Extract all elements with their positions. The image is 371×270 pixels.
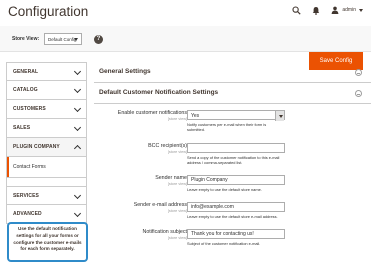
sidebar-item-label: CUSTOMERS: [13, 106, 46, 112]
active-indicator: [7, 157, 9, 177]
field-label: BCC recipient(s): [148, 143, 187, 149]
sidebar-subitem-label: Contact Forms: [13, 164, 46, 170]
help-tooltip: Use the default notification settings fo…: [7, 222, 88, 262]
store-view-switcher[interactable]: Default Config: [44, 33, 82, 45]
sidebar-item-label: SALES: [13, 125, 31, 131]
sidebar-item-customers[interactable]: CUSTOMERS: [6, 100, 87, 119]
select-toggle[interactable]: [275, 111, 284, 121]
bell-icon[interactable]: [311, 6, 320, 15]
help-icon[interactable]: ?: [94, 35, 103, 44]
field-note: Send a copy of the customer notification…: [187, 154, 280, 165]
user-icon: [330, 6, 339, 15]
sidebar-item-label: CATALOG: [13, 87, 38, 93]
chevron-down-icon: [73, 85, 82, 94]
user-menu[interactable]: admin: [330, 6, 363, 15]
sidebar-item-plugin-company[interactable]: PLUGIN COMPANY: [6, 138, 87, 157]
sender-email-input[interactable]: [187, 202, 285, 212]
sidebar-item-catalog[interactable]: CATALOG: [6, 81, 87, 100]
field-scope: [store view]: [167, 182, 187, 186]
chevron-down-icon: [73, 209, 82, 218]
field-label: Notification subject: [142, 229, 187, 235]
scope-label: Store View:: [12, 36, 40, 42]
section-title: General Settings: [99, 68, 151, 75]
chevron-down-icon: [73, 123, 82, 132]
page-title: Configuration: [8, 4, 89, 19]
sidebar-spacer: [6, 178, 87, 186]
sidebar-item-label: PLUGIN COMPANY: [13, 144, 60, 150]
field-label: Sender name: [155, 175, 187, 181]
chevron-down-icon: [73, 67, 82, 76]
select-value: Yes: [191, 113, 200, 119]
chevron-down-icon: [278, 114, 283, 118]
field-label: Enable customer notifications: [117, 110, 187, 116]
chevron-down-icon: [74, 38, 78, 41]
config-sidebar: GENERAL CATALOG CUSTOMERS SALES PLUGIN C…: [6, 62, 87, 224]
field-scope: [store view]: [167, 209, 187, 213]
field-note: Leave empty to use the default store nam…: [187, 186, 262, 192]
field-note: Subject of the customer notification e-m…: [187, 240, 261, 246]
scope-bar: Store View: Default Config ? Save Config: [0, 26, 371, 70]
config-main: General Settings Default Customer Notifi…: [94, 62, 371, 246]
collapse-toggle-icon[interactable]: [355, 69, 362, 76]
sender-name-input[interactable]: [187, 175, 285, 185]
chevron-down-icon: [73, 191, 82, 200]
enable-notifications-select[interactable]: Yes: [187, 110, 285, 121]
chevron-up-icon: [73, 144, 82, 153]
chevron-down-icon: [359, 8, 363, 12]
notification-subject-input[interactable]: [187, 229, 285, 239]
sidebar-item-label: SERVICES: [13, 193, 39, 199]
sidebar-item-label: ADVANCED: [13, 211, 42, 217]
sidebar-item-sales[interactable]: SALES: [6, 119, 87, 138]
section-general-settings[interactable]: General Settings: [94, 62, 371, 83]
field-scope: [store view]: [167, 150, 187, 154]
sidebar-item-services[interactable]: SERVICES: [6, 186, 87, 205]
sidebar-item-general[interactable]: GENERAL: [6, 62, 87, 81]
section-title: Default Customer Notification Settings: [99, 89, 219, 96]
field-label: Sender e-mail address: [133, 202, 187, 208]
section-default-notification[interactable]: Default Customer Notification Settings: [94, 83, 371, 104]
sidebar-subitem-contact-forms[interactable]: Contact Forms: [6, 157, 87, 178]
field-note: Notify customers per e-mail when their f…: [187, 121, 267, 132]
user-name: admin: [342, 7, 356, 13]
field-scope: [store view]: [167, 236, 187, 240]
bcc-recipients-input[interactable]: [187, 143, 285, 153]
sidebar-item-label: GENERAL: [13, 69, 39, 75]
collapse-toggle-icon[interactable]: [355, 90, 362, 97]
store-view-value: Default Config: [48, 37, 77, 42]
field-scope: [store view]: [167, 117, 187, 121]
field-note: Leave empty to use the default store e-m…: [187, 213, 278, 219]
chevron-down-icon: [73, 104, 82, 113]
search-icon[interactable]: [292, 5, 301, 15]
header-actions: admin: [292, 3, 363, 17]
